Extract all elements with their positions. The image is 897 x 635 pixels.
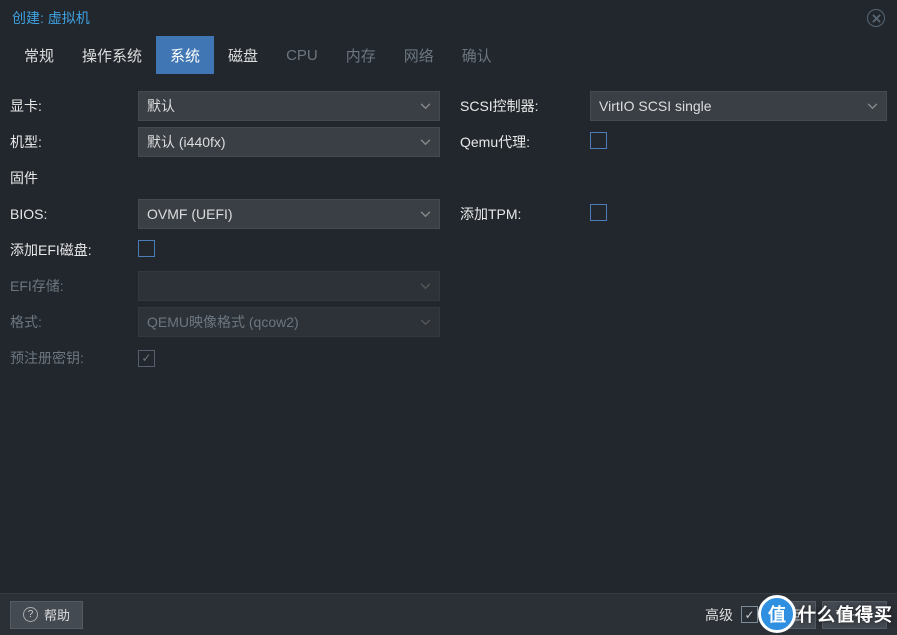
scsi-select[interactable]: VirtIO SCSI single: [590, 91, 887, 121]
scsi-value: VirtIO SCSI single: [599, 98, 712, 114]
qemu-agent-checkbox[interactable]: [590, 132, 607, 149]
machine-select[interactable]: 默认 (i440fx): [138, 127, 440, 157]
machine-value: 默认 (i440fx): [147, 132, 226, 152]
tab-network: 网络: [390, 36, 448, 74]
preenroll-checkbox: [138, 350, 155, 367]
tab-disk[interactable]: 磁盘: [214, 36, 272, 74]
format-value: QEMU映像格式 (qcow2): [147, 312, 299, 332]
graphics-select[interactable]: 默认: [138, 91, 440, 121]
add-tpm-label: 添加TPM:: [460, 204, 590, 224]
chevron-down-icon: [420, 211, 431, 218]
form-body: 显卡: 默认 机型: 默认 (i440fx) 固件: [0, 74, 897, 390]
dialog-title: 创建: 虚拟机: [12, 8, 90, 28]
chevron-down-icon: [420, 319, 431, 326]
close-icon: [872, 14, 881, 23]
bios-label: BIOS:: [10, 206, 138, 222]
bios-select[interactable]: OVMF (UEFI): [138, 199, 440, 229]
format-label: 格式:: [10, 312, 138, 332]
tab-system[interactable]: 系统: [156, 36, 214, 74]
add-efi-label: 添加EFI磁盘:: [10, 240, 138, 260]
help-label: 帮助: [44, 605, 70, 624]
advanced-checkbox[interactable]: [741, 606, 758, 623]
right-column: SCSI控制器: VirtIO SCSI single Qemu代理: 添加TP…: [460, 88, 887, 376]
chevron-down-icon: [420, 283, 431, 290]
help-icon: ?: [23, 607, 38, 622]
preenroll-label: 预注册密钥:: [10, 348, 138, 368]
dialog-header: 创建: 虚拟机: [0, 0, 897, 36]
efi-storage-label: EFI存储:: [10, 276, 138, 296]
tab-confirm: 确认: [448, 36, 506, 74]
machine-label: 机型:: [10, 132, 138, 152]
bios-value: OVMF (UEFI): [147, 206, 233, 222]
chevron-down-icon: [420, 139, 431, 146]
advanced-label: 高级: [705, 605, 733, 625]
efi-storage-select: [138, 271, 440, 301]
add-efi-checkbox[interactable]: [138, 240, 155, 257]
tab-cpu: CPU: [272, 36, 332, 74]
left-column: 显卡: 默认 机型: 默认 (i440fx) 固件: [10, 88, 440, 376]
graphics-label: 显卡:: [10, 96, 138, 116]
tab-memory: 内存: [332, 36, 390, 74]
next-button[interactable]: 下一步: [822, 601, 887, 629]
chevron-down-icon: [867, 103, 878, 110]
dialog-footer: ? 帮助 高级 返回 下一步: [0, 593, 897, 635]
tab-general[interactable]: 常规: [10, 36, 68, 74]
close-button[interactable]: [867, 9, 885, 27]
wizard-tabs: 常规 操作系统 系统 磁盘 CPU 内存 网络 确认: [0, 36, 897, 74]
tab-os[interactable]: 操作系统: [68, 36, 156, 74]
scsi-label: SCSI控制器:: [460, 96, 590, 116]
format-select: QEMU映像格式 (qcow2): [138, 307, 440, 337]
firmware-heading: 固件: [10, 160, 440, 196]
qemu-agent-label: Qemu代理:: [460, 132, 590, 152]
add-tpm-checkbox[interactable]: [590, 204, 607, 221]
back-button[interactable]: 返回: [764, 601, 816, 629]
help-button[interactable]: ? 帮助: [10, 601, 83, 629]
chevron-down-icon: [420, 103, 431, 110]
graphics-value: 默认: [147, 96, 175, 116]
